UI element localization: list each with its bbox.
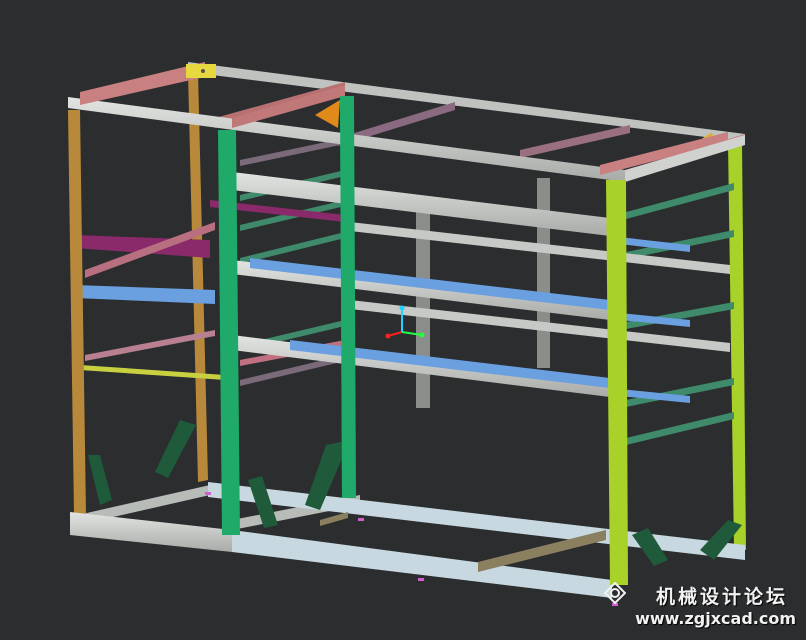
- watermark-url: www.zgjxcad.com: [635, 609, 796, 628]
- cad-3d-viewport[interactable]: [0, 0, 806, 636]
- diamond-gear-logo-icon: [604, 582, 626, 604]
- rack-model[interactable]: [0, 0, 806, 636]
- watermark: 机械设计论坛 www.zgjxcad.com: [600, 580, 800, 632]
- watermark-text: 机械设计论坛: [655, 586, 788, 608]
